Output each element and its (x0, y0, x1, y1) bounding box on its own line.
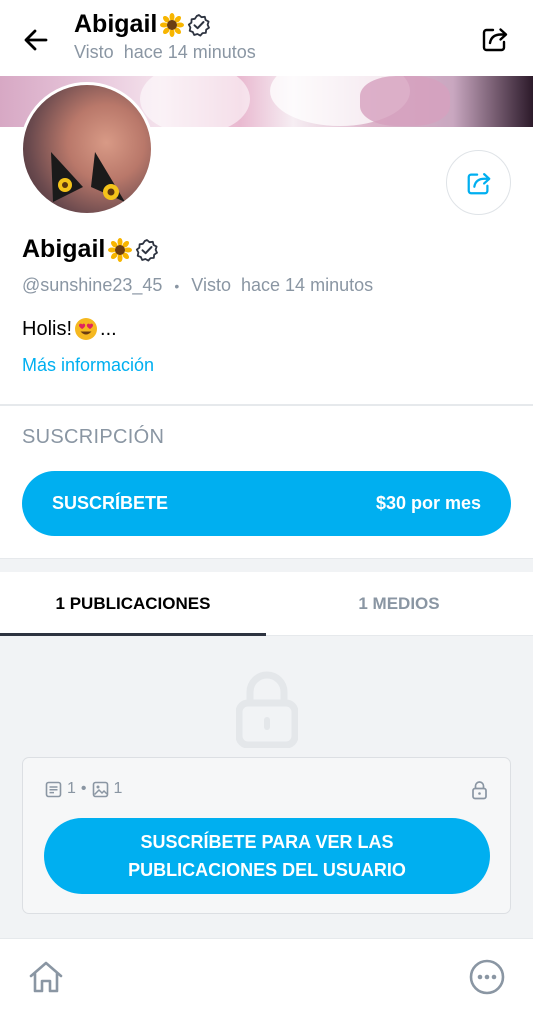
bio-ellipsis: ... (100, 317, 117, 340)
header-last-seen-label: Visto (74, 42, 114, 62)
home-button[interactable] (26, 957, 66, 997)
more-info-link[interactable]: Más información (22, 355, 154, 376)
subscribe-price: $30 por mes (375, 493, 481, 513)
subscribe-label: SUSCRÍBETE (52, 493, 169, 513)
divider (0, 404, 533, 406)
header-share-button[interactable] (476, 20, 514, 58)
handle-row: @sunshine23_45 • Visto hace 14 minutos (22, 275, 373, 296)
verified-badge-icon (188, 13, 211, 36)
sunflower-emoji (108, 237, 133, 262)
bottom-nav (0, 938, 533, 1024)
heart-eyes-emoji (75, 318, 98, 340)
bio-text: Holis! (22, 317, 73, 340)
post-icon (45, 781, 62, 797)
home-icon (29, 961, 63, 993)
lock-icon (472, 781, 487, 800)
profile-name: Abigail (22, 235, 159, 264)
separator: • (174, 277, 180, 294)
last-seen-label: Visto (191, 275, 231, 295)
image-icon (92, 781, 108, 797)
counts-separator: • (80, 780, 87, 797)
posts-area: 1 • 1 SUSCRÍBETE PARA VER LAS PUBLICACIO… (0, 636, 533, 938)
more-button[interactable] (467, 957, 507, 997)
arrow-left-icon (24, 29, 48, 51)
profile-name-text: Abigail (22, 235, 106, 263)
verified-badge-icon (136, 238, 159, 261)
avatar[interactable] (20, 82, 154, 216)
share-icon (467, 172, 490, 194)
bio: Holis! ... (22, 317, 117, 341)
cover-decoration (140, 76, 250, 127)
profile-share-button[interactable] (446, 150, 511, 215)
lock-icon (236, 671, 298, 748)
back-button[interactable] (18, 22, 54, 58)
top-bar: Abigail Visto hace 14 minutos (0, 0, 533, 76)
tab-posts[interactable]: 1 PUBLICACIONES (0, 572, 266, 636)
avatar-photo-detail (51, 152, 125, 202)
posts-count: 1 (67, 780, 76, 797)
subscribe-to-view-button[interactable]: SUSCRÍBETE PARA VER LAS PUBLICACIONES DE… (44, 818, 490, 894)
content-tabs: 1 PUBLICACIONES 1 MEDIOS (0, 572, 533, 636)
cover-decoration (360, 76, 450, 126)
tab-media[interactable]: 1 MEDIOS (266, 572, 532, 636)
last-seen-time: hace 14 minutos (241, 275, 374, 295)
share-icon (482, 28, 508, 52)
locked-posts-card: 1 • 1 SUSCRÍBETE PARA VER LAS PUBLICACIO… (22, 757, 511, 914)
media-count: 1 (113, 780, 123, 797)
more-dots-icon (469, 959, 505, 995)
sunflower-emoji (160, 12, 185, 37)
header-last-seen-time: hace 14 minutos (123, 42, 256, 62)
subscribe-button[interactable]: SUSCRÍBETE $30 por mes (22, 471, 511, 536)
header-title: Abigail (74, 10, 211, 39)
post-counts: 1 • 1 (45, 780, 122, 798)
header-last-seen: Visto hace 14 minutos (74, 42, 256, 63)
handle: @sunshine23_45 (22, 275, 163, 295)
section-separator (0, 558, 533, 572)
subscription-title: SUSCRIPCIÓN (22, 426, 165, 448)
header-name: Abigail (74, 10, 158, 38)
